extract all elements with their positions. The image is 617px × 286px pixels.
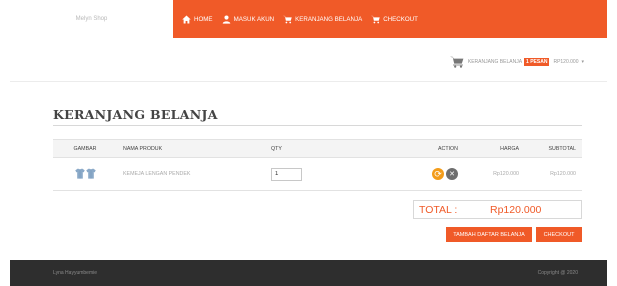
remove-icon[interactable]: ✕ xyxy=(446,168,458,180)
header-image: GAMBAR xyxy=(53,139,117,158)
action-cell: ⟳ ✕ xyxy=(413,157,464,191)
price-cell: Rp120.000 xyxy=(464,157,525,191)
nav-checkout[interactable]: CHECKOUT xyxy=(371,15,418,24)
total-label: TOTAL : xyxy=(419,203,458,216)
nav-home[interactable]: HOME xyxy=(182,15,213,24)
header-price: HARGA xyxy=(464,139,525,158)
cart-summary-dropdown[interactable]: KERANJANG BELANJA 1 PESAN RP120.000 ▾ xyxy=(449,56,584,68)
caret-down-icon: ▾ xyxy=(581,59,584,65)
product-image xyxy=(53,157,117,191)
cart-summary-label: KERANJANG BELANJA xyxy=(467,59,523,65)
footer: Lyna Hayyumbemie Copyright @ 2020 xyxy=(10,260,607,286)
header-name: NAMA PRODUK xyxy=(117,139,265,158)
cart-summary-total: RP120.000 xyxy=(553,59,579,65)
cart-icon xyxy=(283,15,292,24)
cart-table: GAMBAR NAMA PRODUK QTY ACTION HARGA SUBT… xyxy=(53,139,582,191)
shirt-icon xyxy=(74,168,85,179)
cart-icon xyxy=(371,15,380,24)
shirt-thumbnail xyxy=(74,168,96,179)
header-action: ACTION xyxy=(413,139,464,158)
brand-name[interactable]: Melyn Shop xyxy=(76,16,108,22)
nav-checkout-label: CHECKOUT xyxy=(383,15,418,23)
home-icon xyxy=(182,15,191,24)
nav-login-label: MASUK AKUN xyxy=(233,15,275,23)
header-qty: QTY xyxy=(265,139,413,158)
cart-count-badge: 1 PESAN xyxy=(524,58,550,66)
top-bar: Melyn Shop HOME MASUK AKUN KERANJANG BEL… xyxy=(10,0,607,38)
nav-cart-label: KERANJANG BELANJA xyxy=(295,15,363,23)
nav-cart[interactable]: KERANJANG BELANJA xyxy=(283,15,362,24)
main-nav: HOME MASUK AKUN KERANJANG BELANJA CHECKO… xyxy=(173,0,607,38)
table-header-row: GAMBAR NAMA PRODUK QTY ACTION HARGA SUBT… xyxy=(53,139,582,158)
brand-area: Melyn Shop xyxy=(10,0,173,38)
header-subtotal: SUBTOTAL xyxy=(525,139,582,158)
continue-shopping-button[interactable]: TAMBAH DAFTAR BELANJA xyxy=(446,227,532,242)
quantity-input[interactable] xyxy=(271,167,302,181)
table-row: KEMEJA LENGAN PENDEK ⟳ ✕ Rp120.000 Rp120… xyxy=(53,157,582,191)
nav-login[interactable]: MASUK AKUN xyxy=(222,14,275,24)
user-icon xyxy=(222,14,231,24)
total-value: Rp120.000 xyxy=(490,203,542,216)
page-title: KERANJANG BELANJA xyxy=(53,107,218,122)
shirt-icon xyxy=(85,168,96,179)
header-divider xyxy=(10,81,607,82)
product-name: KEMEJA LENGAN PENDEK xyxy=(117,157,265,191)
cart-icon xyxy=(449,56,468,68)
footer-copyright: Copyright @ 2020 xyxy=(537,270,578,276)
nav-home-label: HOME xyxy=(194,15,213,23)
cart-total: TOTAL : Rp120.000 xyxy=(413,200,582,219)
subtotal-cell: Rp120.000 xyxy=(525,157,582,191)
footer-author: Lyna Hayyumbemie xyxy=(53,270,98,276)
refresh-icon[interactable]: ⟳ xyxy=(432,168,444,180)
qty-cell xyxy=(265,157,413,191)
title-divider xyxy=(53,125,582,126)
checkout-button[interactable]: CHECKOUT xyxy=(536,227,582,242)
